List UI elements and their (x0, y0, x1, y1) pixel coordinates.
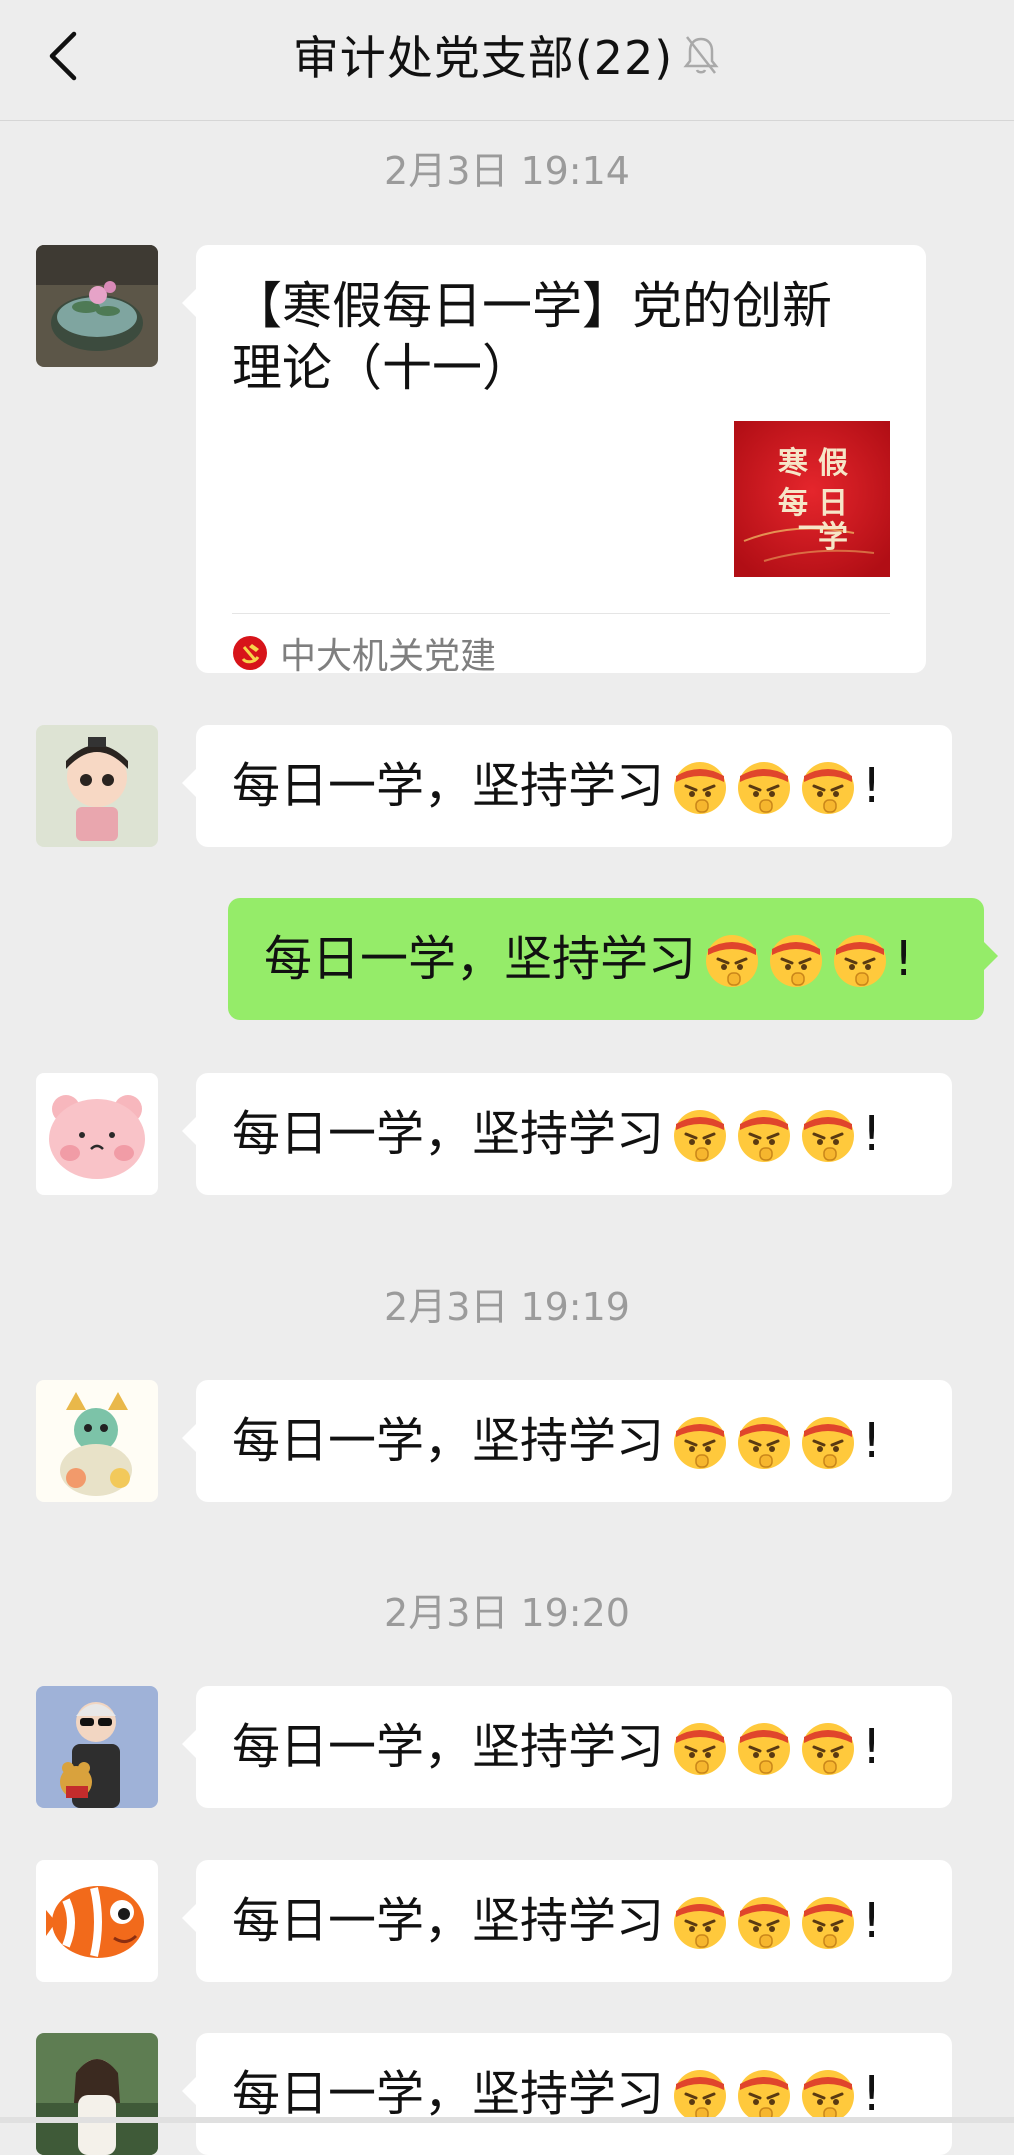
message-suffix: ! (862, 1893, 882, 1949)
determined-face-emoji (802, 1417, 855, 1469)
bell-muted-icon (683, 36, 719, 74)
message-bubble[interactable]: 每日一学，坚持学习! (182, 1380, 952, 1502)
avatar-image (36, 1073, 158, 1195)
message-text: 每日一学，坚持学习! (232, 1099, 881, 1169)
divider (232, 613, 890, 614)
thumb-char: 寒 (778, 446, 808, 481)
message-text: 每日一学，坚持学习! (232, 751, 881, 821)
avatar-image (36, 1860, 158, 1982)
message-bubble[interactable]: 每日一学，坚持学习! (182, 1073, 952, 1195)
chat-header: 审计处党支部(22) (0, 0, 1014, 121)
thumb-char: 假 (818, 446, 848, 481)
determined-face-emoji (834, 935, 887, 987)
message-bubble[interactable]: 每日一学，坚持学习! (182, 2033, 952, 2155)
determined-face-emoji (674, 1723, 727, 1775)
avatar-image (36, 1380, 158, 1502)
party-emblem-icon (233, 636, 267, 670)
avatar[interactable] (36, 1860, 158, 1982)
message-content: 每日一学，坚持学习 (232, 1106, 665, 1162)
avatar[interactable] (36, 725, 158, 847)
thumb-char: 学 (818, 520, 848, 555)
message-content: 每日一学，坚持学习 (232, 758, 665, 814)
avatar[interactable] (36, 245, 158, 367)
message-text: 每日一学，坚持学习! (232, 1712, 881, 1782)
avatar[interactable] (36, 1380, 158, 1502)
timestamp: 2月3日 19:20 (384, 1591, 630, 1635)
determined-face-emoji (738, 1723, 791, 1775)
determined-face-emoji (738, 762, 791, 814)
timestamp: 2月3日 19:19 (384, 1285, 630, 1329)
message-suffix: ! (862, 1719, 882, 1775)
message-content: 每日一学，坚持学习 (232, 1719, 665, 1775)
message-content: 每日一学，坚持学习 (264, 931, 697, 987)
determined-face-emoji (770, 935, 823, 987)
message-content: 每日一学，坚持学习 (232, 1413, 665, 1469)
bottom-edge (0, 2117, 1014, 2123)
avatar[interactable] (36, 1686, 158, 1808)
determined-face-emoji (802, 762, 855, 814)
message-text: 每日一学，坚持学习! (232, 1406, 881, 1476)
determined-face-emoji (674, 2070, 727, 2122)
determined-face-emoji (802, 1897, 855, 1949)
message-bubble[interactable]: 每日一学，坚持学习! (182, 725, 952, 847)
message-text: 每日一学，坚持学习! (232, 1886, 881, 1956)
determined-face-emoji (738, 1110, 791, 1162)
message-bubble[interactable]: 每日一学，坚持学习! (182, 1686, 952, 1808)
message-content: 每日一学，坚持学习 (232, 1893, 665, 1949)
determined-face-emoji (674, 762, 727, 814)
determined-face-emoji (674, 1897, 727, 1949)
message-bubble[interactable]: 每日一学，坚持学习! (182, 1860, 952, 1982)
avatar[interactable] (36, 1073, 158, 1195)
avatar-image (36, 2033, 158, 2155)
card-source-name: 中大机关党建 (280, 636, 497, 677)
timestamp: 2月3日 19:14 (384, 149, 630, 193)
avatar[interactable] (36, 2033, 158, 2155)
determined-face-emoji (674, 1417, 727, 1469)
determined-face-emoji (802, 1110, 855, 1162)
determined-face-emoji (802, 1723, 855, 1775)
message-suffix: ! (862, 1413, 882, 1469)
avatar-image (36, 245, 158, 367)
avatar-image (36, 1686, 158, 1808)
determined-face-emoji (802, 2070, 855, 2122)
determined-face-emoji (738, 1897, 791, 1949)
avatar-image (36, 725, 158, 847)
message-suffix: ! (862, 1106, 882, 1162)
my-message-bubble[interactable]: 每日一学，坚持学习! (228, 898, 998, 1020)
message-suffix: ! (862, 758, 882, 814)
message-suffix: ! (894, 931, 914, 987)
card-title: 【寒假每日一学】党的创新理论（十一） (232, 277, 832, 397)
card-source: 中大机关党建 (232, 627, 496, 679)
determined-face-emoji (706, 935, 759, 987)
chat-title[interactable]: 审计处党支部(22) (293, 22, 673, 88)
determined-face-emoji (738, 2070, 791, 2122)
link-card-message[interactable]: 【寒假每日一学】党的创新理论（十一） 寒 假 每 日 一 学 中大机关党建 (182, 245, 926, 677)
determined-face-emoji (738, 1417, 791, 1469)
determined-face-emoji (674, 1110, 727, 1162)
message-text: 每日一学，坚持学习! (264, 924, 913, 994)
card-thumbnail: 寒 假 每 日 一 学 (734, 421, 890, 577)
